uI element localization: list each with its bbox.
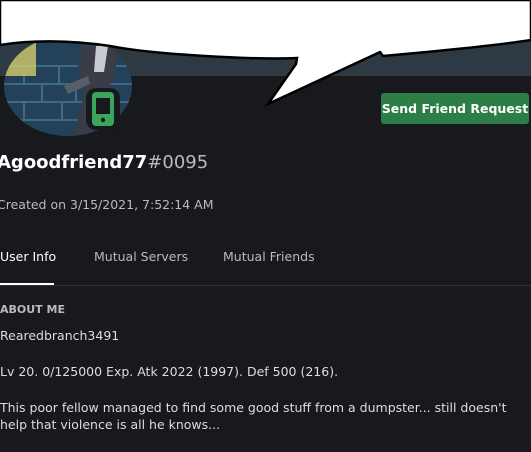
send-friend-request-button[interactable]: Send Friend Request — [381, 93, 529, 124]
username-name: Agoodfriend77 — [0, 152, 148, 173]
about-line: Lv 20. 0/125000 Exp. Atk 2022 (1997). De… — [0, 364, 339, 379]
mobile-status-icon — [92, 92, 114, 126]
tab-mutual-servers[interactable]: Mutual Servers — [94, 249, 188, 264]
about-line: Rearedbranch3491 — [0, 328, 120, 343]
about-bio: This poor fellow managed to find some go… — [0, 400, 507, 432]
tab-mutual-friends[interactable]: Mutual Friends — [223, 249, 315, 264]
about-me-header: ABOUT ME — [0, 303, 65, 316]
tabs-divider — [0, 285, 531, 286]
username-discriminator: #0095 — [147, 152, 209, 173]
created-date: Created on 3/15/2021, 7:52:14 AM — [0, 197, 214, 212]
profile-tabs: User Info Mutual Servers Mutual Friends — [0, 245, 531, 285]
tab-user-info[interactable]: User Info — [0, 249, 56, 264]
status-badge — [86, 88, 120, 130]
username: Agoodfriend77#0095 — [0, 152, 208, 173]
